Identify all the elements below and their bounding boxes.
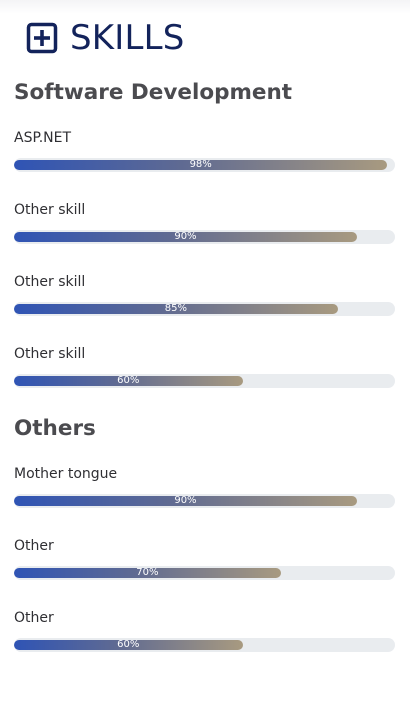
plus-square-icon	[26, 22, 58, 54]
skill-label: Other skill	[14, 346, 86, 362]
skill-progress-bar: 90%	[14, 230, 395, 244]
skill-progress-bar: 60%	[14, 374, 395, 388]
skill-percent-label: 60%	[117, 639, 140, 650]
top-shadow	[0, 0, 410, 14]
skill-progress-bar: 85%	[14, 302, 395, 316]
skill-progress-bar: 90%	[14, 494, 395, 508]
skill-progress-bar: 70%	[14, 566, 395, 580]
skill-percent-label: 70%	[136, 567, 159, 578]
skill-label: Other	[14, 610, 54, 626]
skill-label: Mother tongue	[14, 466, 118, 482]
skill-percent-label: 90%	[174, 231, 197, 242]
section-title-software-development: Software Development	[14, 80, 293, 105]
skill-label: Other skill	[14, 274, 86, 290]
skill-percent-label: 85%	[164, 303, 188, 314]
skills-panel: SKILLS Software Development ASP.NET 98% …	[0, 0, 410, 707]
skill-progress-bar: 60%	[14, 638, 395, 652]
skill-label: Other	[14, 538, 54, 554]
skill-label: ASP.NET	[14, 130, 72, 146]
skills-header: SKILLS	[26, 18, 185, 58]
skill-percent-label: 90%	[174, 495, 197, 506]
skill-percent-label: 60%	[117, 375, 140, 386]
skill-percent-label: 98%	[189, 159, 212, 170]
skill-label: Other skill	[14, 202, 86, 218]
page-title: SKILLS	[70, 18, 185, 58]
section-title-others: Others	[14, 416, 96, 441]
skill-progress-bar: 98%	[14, 158, 395, 172]
